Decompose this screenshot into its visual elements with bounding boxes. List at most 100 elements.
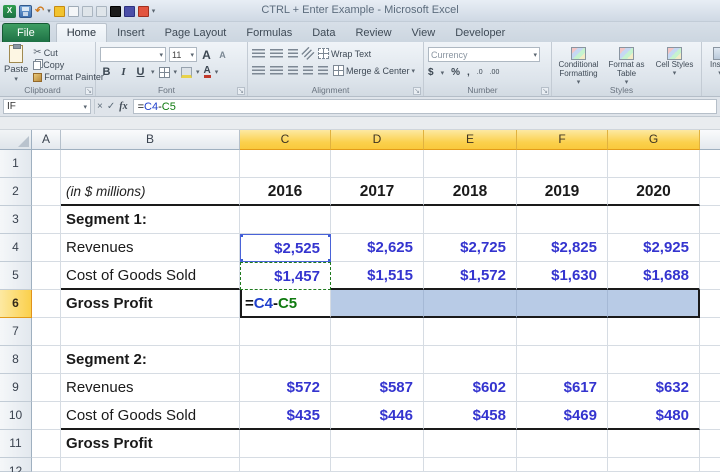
row-header-7[interactable]: 7 (0, 318, 32, 346)
cell-d2[interactable]: 2017 (331, 178, 424, 206)
tab-page-layout[interactable]: Page Layout (155, 24, 237, 42)
fill-dropdown-icon[interactable]: ▾ (196, 68, 200, 76)
cell[interactable] (608, 150, 700, 178)
copy-button[interactable]: Copy (33, 60, 104, 70)
cell[interactable] (61, 318, 240, 346)
cell[interactable] (424, 150, 517, 178)
cell[interactable] (608, 318, 700, 346)
cell[interactable] (700, 346, 720, 374)
cell-b6[interactable]: Gross Profit (61, 290, 240, 318)
cell[interactable] (517, 150, 608, 178)
cut-button[interactable]: ✂ Cut (33, 47, 104, 58)
row-header-1[interactable]: 1 (0, 150, 32, 178)
alignment-dialog-launcher-icon[interactable]: ↘ (413, 87, 421, 95)
cell[interactable] (32, 178, 61, 206)
increase-indent-icon[interactable] (318, 66, 328, 75)
tab-file[interactable]: File (2, 23, 50, 42)
cell[interactable] (608, 206, 700, 234)
wrap-text-button[interactable]: Wrap Text (318, 48, 371, 59)
grow-font-button[interactable]: A (200, 48, 213, 62)
cell[interactable] (240, 318, 331, 346)
align-top-icon[interactable] (252, 49, 265, 58)
cell-g9[interactable]: $632 (608, 374, 700, 402)
bold-button[interactable]: B (100, 66, 113, 78)
increase-decimal-button[interactable]: .0 (477, 69, 483, 76)
cell-g10[interactable]: $480 (608, 402, 700, 430)
cell[interactable] (424, 318, 517, 346)
col-header-stub[interactable] (700, 130, 720, 150)
tab-developer[interactable]: Developer (445, 24, 515, 42)
cell[interactable] (32, 206, 61, 234)
cell-b2[interactable]: (in $ millions) (61, 178, 240, 206)
cell[interactable] (608, 458, 700, 472)
align-left-icon[interactable] (252, 66, 265, 75)
cell[interactable] (32, 234, 61, 262)
cell[interactable] (331, 150, 424, 178)
cell[interactable] (32, 318, 61, 346)
format-as-table-button[interactable]: Format as Table ▾ (604, 47, 649, 86)
italic-button[interactable]: I (117, 66, 130, 78)
cell[interactable] (240, 150, 331, 178)
font-color-button[interactable]: A (204, 66, 211, 78)
font-dialog-launcher-icon[interactable]: ↘ (237, 87, 245, 95)
cell-g5[interactable]: $1,688 (608, 262, 700, 290)
accounting-dropdown-icon[interactable]: ▾ (441, 69, 445, 77)
orientation-icon[interactable] (301, 47, 314, 60)
cell[interactable] (32, 290, 61, 318)
cell[interactable] (700, 262, 720, 290)
cell-g2[interactable]: 2020 (608, 178, 700, 206)
cell[interactable] (32, 458, 61, 472)
cell[interactable] (32, 430, 61, 458)
align-middle-icon[interactable] (270, 49, 283, 58)
cell[interactable] (240, 346, 331, 374)
cell[interactable] (700, 234, 720, 262)
cell[interactable] (700, 206, 720, 234)
col-header-c[interactable]: C (240, 130, 331, 150)
cell[interactable] (700, 458, 720, 472)
col-header-g[interactable]: G (608, 130, 700, 150)
accounting-format-button[interactable]: $ (428, 67, 434, 78)
cell[interactable] (517, 430, 608, 458)
cell-b4[interactable]: Revenues (61, 234, 240, 262)
cell[interactable] (61, 458, 240, 472)
align-bottom-icon[interactable] (288, 49, 298, 58)
cell-e5[interactable]: $1,572 (424, 262, 517, 290)
number-dialog-launcher-icon[interactable]: ↘ (541, 87, 549, 95)
underline-dropdown-icon[interactable]: ▾ (151, 68, 155, 76)
cell-c4-formula-ref[interactable]: $2,525 (240, 234, 331, 262)
cell-f4[interactable]: $2,825 (517, 234, 608, 262)
comma-style-button[interactable]: , (467, 67, 470, 78)
row-header-6[interactable]: 6 (0, 290, 32, 318)
cell-e9[interactable]: $602 (424, 374, 517, 402)
cell[interactable] (32, 402, 61, 430)
cell[interactable] (32, 150, 61, 178)
cell-styles-button[interactable]: Cell Styles ▾ (652, 47, 697, 77)
cell[interactable] (424, 430, 517, 458)
row-header-4[interactable]: 4 (0, 234, 32, 262)
cell[interactable] (608, 430, 700, 458)
cell-d5[interactable]: $1,515 (331, 262, 424, 290)
tab-insert[interactable]: Insert (107, 24, 155, 42)
col-header-d[interactable]: D (331, 130, 424, 150)
row-header-11[interactable]: 11 (0, 430, 32, 458)
row-header-3[interactable]: 3 (0, 206, 32, 234)
cell[interactable] (517, 318, 608, 346)
decrease-decimal-button[interactable]: .00 (490, 69, 500, 76)
cell[interactable] (517, 346, 608, 374)
fill-color-icon[interactable] (181, 67, 192, 78)
align-center-icon[interactable] (270, 66, 283, 75)
cell[interactable] (331, 458, 424, 472)
cell[interactable] (331, 206, 424, 234)
clipboard-dialog-launcher-icon[interactable]: ↘ (85, 87, 93, 95)
cell-g4[interactable]: $2,925 (608, 234, 700, 262)
cell-f5[interactable]: $1,630 (517, 262, 608, 290)
cell[interactable] (700, 150, 720, 178)
merge-center-button[interactable]: Merge & Center ▾ (333, 65, 415, 76)
cell-b11[interactable]: Gross Profit (61, 430, 240, 458)
name-box[interactable]: IF ▾ (3, 99, 91, 114)
row-header-9[interactable]: 9 (0, 374, 32, 402)
col-header-e[interactable]: E (424, 130, 517, 150)
cell-d4[interactable]: $2,625 (331, 234, 424, 262)
conditional-formatting-button[interactable]: Conditional Formatting ▾ (556, 47, 601, 86)
cell-b8[interactable]: Segment 2: (61, 346, 240, 374)
